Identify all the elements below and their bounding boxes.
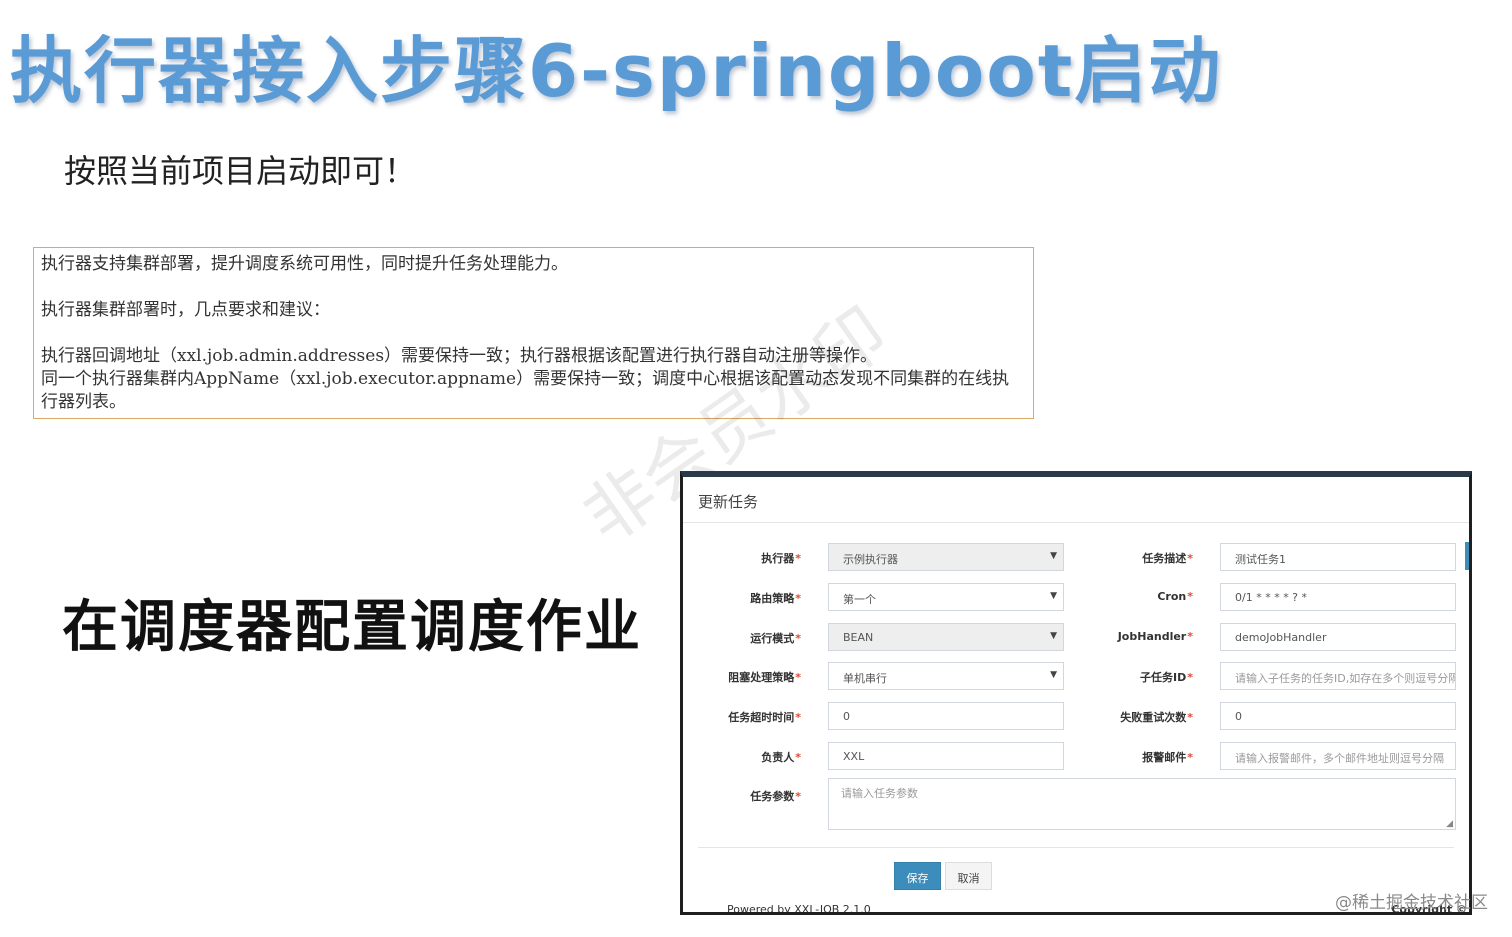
corner-watermark: @稀土掘金技术社区 (1335, 893, 1488, 913)
label-job-handler: JobHandler* (1117, 630, 1193, 643)
label-job-desc: 任务描述* (1142, 552, 1193, 565)
alarm-email-input[interactable]: 请输入报警邮件，多个邮件地址则逗号分隔 (1220, 742, 1456, 770)
label-cron: Cron* (1157, 590, 1193, 603)
chevron-down-icon: ▼ (1050, 591, 1057, 601)
chevron-down-icon: ▼ (1050, 670, 1057, 680)
notice-line-3: 执行器回调地址（xxl.job.admin.addresses）需要保持一致；执… (41, 346, 878, 366)
block-strategy-select[interactable]: 单机串行 ▼ (828, 662, 1064, 690)
child-job-id-input[interactable]: 请输入子任务的任务ID,如存在多个则逗号分隔 (1220, 662, 1456, 690)
label-alarm-email: 报警邮件* (1142, 751, 1193, 764)
label-job-param: 任务参数* (750, 790, 801, 803)
cron-input[interactable]: 0/1 * * * * ? * (1220, 583, 1456, 611)
label-run-mode: 运行模式* (750, 632, 801, 645)
update-task-modal: 更新任务 执行器* 示例执行器 ▼ 任务描述* 测试任务1 路由策略* 第一个 ▼ … (680, 471, 1472, 915)
author-input[interactable]: XXL (828, 742, 1064, 770)
save-button[interactable]: 保存 (894, 862, 941, 890)
scroll-edge (1465, 542, 1469, 570)
section-heading: 在调度器配置调度作业 (62, 594, 642, 660)
modal-footer-divider (698, 847, 1454, 848)
cancel-button[interactable]: 取消 (945, 862, 992, 890)
modal-title: 更新任务 (683, 477, 1469, 523)
slide-subtitle: 按照当前项目启动即可！ (64, 152, 417, 190)
label-author: 负责人* (761, 751, 801, 764)
label-child-job-id: 子任务ID* (1140, 671, 1193, 684)
job-handler-input[interactable]: demoJobHandler (1220, 623, 1456, 651)
job-desc-input[interactable]: 测试任务1 (1220, 543, 1456, 571)
notice-line-4: 同一个执行器集群内AppName（xxl.job.executor.appnam… (41, 369, 1010, 412)
label-route-strategy: 路由策略* (750, 592, 801, 605)
fail-retry-input[interactable]: 0 (1220, 702, 1456, 730)
chevron-down-icon: ▼ (1050, 551, 1057, 561)
label-block-strategy: 阻塞处理策略* (728, 671, 801, 684)
job-param-textarea[interactable]: 请输入任务参数 ◢ (828, 778, 1456, 830)
resize-grip-icon[interactable]: ◢ (1446, 819, 1453, 829)
route-strategy-select[interactable]: 第一个 ▼ (828, 583, 1064, 611)
run-mode-select[interactable]: BEAN ▼ (828, 623, 1064, 651)
notice-line-2: 执行器集群部署时，几点要求和建议： (41, 300, 330, 320)
label-fail-retry: 失败重试次数* (1120, 711, 1193, 724)
timeout-input[interactable]: 0 (828, 702, 1064, 730)
background-footer-powered: Powered by XXL-JOB 2.1.0 (727, 903, 871, 915)
notice-line-1: 执行器支持集群部署，提升调度系统可用性，同时提升任务处理能力。 (41, 254, 568, 274)
slide-title: 执行器接入步骤6-springboot启动 (10, 29, 1223, 113)
cluster-notice-box: 执行器支持集群部署，提升调度系统可用性，同时提升任务处理能力。 执行器集群部署时… (33, 247, 1034, 419)
label-timeout: 任务超时时间* (728, 711, 801, 724)
chevron-down-icon: ▼ (1050, 631, 1057, 641)
label-executor: 执行器* (761, 552, 801, 565)
executor-select[interactable]: 示例执行器 ▼ (828, 543, 1064, 571)
